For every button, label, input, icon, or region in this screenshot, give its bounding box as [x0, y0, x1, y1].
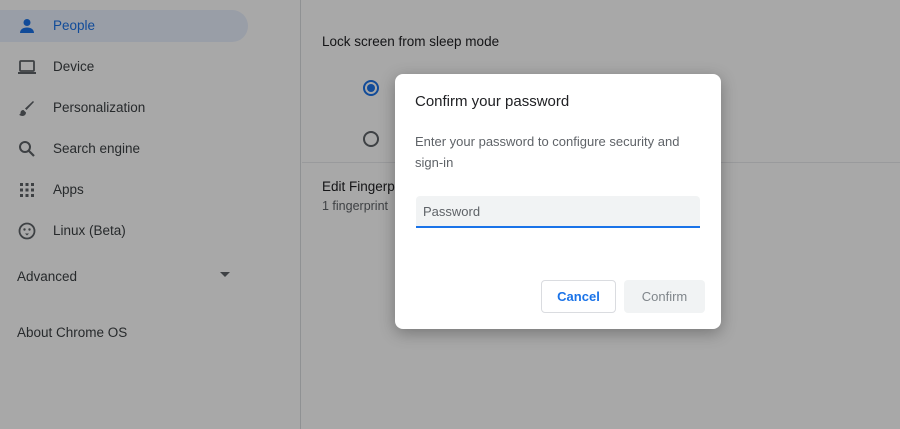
- password-input[interactable]: [416, 196, 700, 228]
- dialog-title: Confirm your password: [415, 93, 570, 110]
- confirm-password-dialog: Confirm your password Enter your passwor…: [395, 74, 721, 329]
- confirm-button[interactable]: Confirm: [624, 280, 705, 313]
- cancel-button[interactable]: Cancel: [541, 280, 616, 313]
- dialog-description: Enter your password to configure securit…: [415, 134, 680, 170]
